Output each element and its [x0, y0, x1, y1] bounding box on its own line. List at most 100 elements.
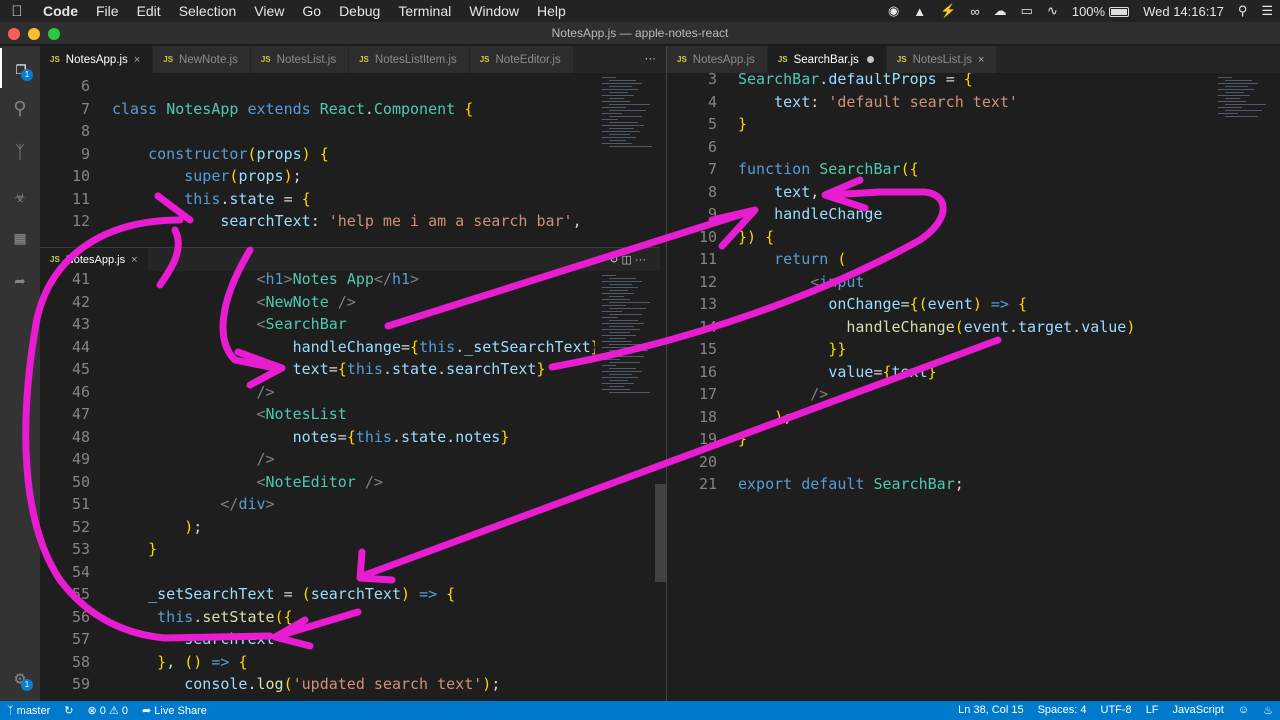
minimap-right[interactable]: [1214, 73, 1272, 701]
settings-gear-icon[interactable]: ⚙ 1: [0, 658, 40, 698]
left-editor-top[interactable]: 6 7 class NotesApp extends React.Component…: [40, 73, 595, 247]
battery-status[interactable]: 100%: [1065, 4, 1136, 19]
code-line[interactable]: 15 }}: [667, 338, 1212, 361]
menu-go[interactable]: Go: [293, 3, 330, 19]
code-line[interactable]: 10 super(props);: [40, 165, 595, 188]
code-line[interactable]: 42 <NewNote />: [40, 291, 595, 314]
code-line[interactable]: 14 handleChange(event.target.value): [667, 316, 1212, 339]
live-share-status[interactable]: ➦ Live Share: [135, 704, 214, 717]
menu-help[interactable]: Help: [528, 3, 575, 19]
split-editor-icon[interactable]: ↻ ◫ ···: [595, 253, 660, 266]
code-line[interactable]: 19}: [667, 428, 1212, 451]
code-line[interactable]: 3 SearchBar.defaultProps = {: [667, 73, 1212, 91]
code-line[interactable]: 12 searchText: 'help me i am a search ba…: [40, 210, 595, 233]
code-line[interactable]: 58 }, () => {: [40, 651, 595, 674]
code-line[interactable]: 13 onChange={(event) => {: [667, 293, 1212, 316]
more-actions-icon[interactable]: ···: [635, 46, 667, 73]
explorer-icon[interactable]: ❐ 1: [0, 48, 40, 88]
code-line[interactable]: 10}) {: [667, 226, 1212, 249]
code-line[interactable]: 49 />: [40, 448, 595, 471]
close-tab-icon[interactable]: ×: [978, 54, 984, 66]
unsaved-dot-icon[interactable]: [866, 56, 874, 63]
live-share-icon[interactable]: ➦: [0, 262, 40, 302]
cloud-icon[interactable]: ☁: [987, 3, 1014, 19]
right-editor[interactable]: 3 SearchBar.defaultProps = {4 text: 'defa…: [667, 73, 1212, 701]
menu-debug[interactable]: Debug: [330, 3, 389, 19]
debug-icon[interactable]: ☣: [0, 176, 40, 216]
code-line[interactable]: 45 text={this.state.searchText}: [40, 358, 595, 381]
code-line[interactable]: 54: [40, 561, 595, 584]
clock[interactable]: Wed 14:16:17: [1136, 4, 1231, 19]
code-line[interactable]: 9 constructor(props) {: [40, 143, 595, 166]
minimap-left-top[interactable]: [598, 73, 656, 247]
tab-noteslist-right[interactable]: JS NotesList.js ×: [886, 46, 998, 73]
code-line[interactable]: 47 <NotesList: [40, 403, 595, 426]
tab-noteeditor[interactable]: JS NoteEditor.js: [469, 46, 574, 73]
tab-searchbar[interactable]: JS SearchBar.js: [767, 46, 887, 73]
tab-notesapp-split[interactable]: JS NotesApp.js ×: [40, 247, 149, 272]
left-editor-bottom[interactable]: 41 <h1>Notes App</h1> 42 <NewNote /> 43 <S…: [40, 271, 595, 701]
wifi-icon[interactable]: ∿: [1040, 3, 1065, 19]
glasses-icon[interactable]: ∞: [963, 4, 986, 19]
minimize-window-button[interactable]: [28, 28, 40, 40]
code-line[interactable]: 16 value={text}: [667, 361, 1212, 384]
tab-newnote[interactable]: JS NewNote.js: [153, 46, 251, 73]
code-line[interactable]: 4 text: 'default search text': [667, 91, 1212, 114]
bell-icon[interactable]: ♨: [1256, 704, 1280, 717]
menu-app-name[interactable]: Code: [34, 3, 87, 19]
branch-status[interactable]: ᛉ master: [0, 705, 57, 717]
code-line[interactable]: 52 );: [40, 516, 595, 539]
code-line[interactable]: 7 class NotesApp extends React.Component …: [40, 98, 595, 121]
code-line[interactable]: 48 notes={this.state.notes}: [40, 426, 595, 449]
code-line[interactable]: 57 searchText: [40, 628, 595, 651]
code-line[interactable]: 41 <h1>Notes App</h1>: [40, 271, 595, 291]
menu-window[interactable]: Window: [460, 3, 528, 19]
search-icon[interactable]: ⚲: [0, 88, 40, 128]
code-line[interactable]: 8 text,: [667, 181, 1212, 204]
code-line[interactable]: 12 <input: [667, 271, 1212, 294]
menu-file[interactable]: File: [87, 3, 128, 19]
code-line[interactable]: 46 />: [40, 381, 595, 404]
problems-status[interactable]: ⊗ 0 ⚠ 0: [81, 704, 136, 717]
code-line[interactable]: 18 );: [667, 406, 1212, 429]
sync-icon[interactable]: ↻: [57, 704, 80, 717]
minimap-left-bottom[interactable]: [598, 271, 656, 701]
notification-center-icon[interactable]: ☰: [1254, 3, 1280, 19]
code-line[interactable]: 11 this.state = {: [40, 188, 595, 211]
spotlight-icon[interactable]: ⚲: [1231, 3, 1255, 19]
code-line[interactable]: 5}: [667, 113, 1212, 136]
tab-notesapp[interactable]: JS NotesApp.js ×: [40, 46, 154, 73]
cursor-position[interactable]: Ln 38, Col 15: [951, 704, 1030, 717]
code-line[interactable]: 21 export default SearchBar;: [667, 473, 1212, 496]
language-mode[interactable]: JavaScript: [1166, 704, 1231, 717]
close-tab-icon[interactable]: ×: [134, 54, 140, 66]
code-line[interactable]: 6: [667, 136, 1212, 159]
bolt-icon[interactable]: ⚡: [933, 3, 963, 19]
menu-selection[interactable]: Selection: [170, 3, 246, 19]
extensions-icon[interactable]: ▦: [0, 218, 40, 258]
code-line[interactable]: 44 handleChange={this._setSearchText}: [40, 336, 595, 359]
code-line[interactable]: 6: [40, 75, 595, 98]
code-line[interactable]: 20: [667, 451, 1212, 474]
menu-terminal[interactable]: Terminal: [389, 3, 460, 19]
code-line[interactable]: 9 handleChange: [667, 203, 1212, 226]
end-of-line[interactable]: LF: [1139, 704, 1166, 717]
source-control-icon[interactable]: ᛉ: [0, 132, 40, 172]
indentation[interactable]: Spaces: 4: [1031, 704, 1094, 717]
code-line[interactable]: 50 <NoteEditor />: [40, 471, 595, 494]
record-icon[interactable]: ◉: [881, 3, 906, 19]
code-line[interactable]: 55 _setSearchText = (searchText) => {: [40, 583, 595, 606]
tab-noteslist[interactable]: JS NotesList.js: [250, 46, 350, 73]
close-tab-icon[interactable]: ×: [131, 254, 137, 266]
close-window-button[interactable]: [8, 28, 20, 40]
code-line[interactable]: 59 console.log('updated search text');: [40, 673, 595, 696]
tab-notesapp-right[interactable]: JS NotesApp.js: [667, 46, 768, 73]
menu-edit[interactable]: Edit: [128, 3, 170, 19]
apple-menu-icon[interactable]: : [0, 3, 34, 20]
code-line[interactable]: 7 function SearchBar({: [667, 158, 1212, 181]
vlc-icon[interactable]: ▲: [906, 4, 933, 19]
code-line[interactable]: 17 />: [667, 383, 1212, 406]
menu-view[interactable]: View: [245, 3, 293, 19]
code-line[interactable]: 53 }: [40, 538, 595, 561]
encoding[interactable]: UTF-8: [1094, 704, 1139, 717]
